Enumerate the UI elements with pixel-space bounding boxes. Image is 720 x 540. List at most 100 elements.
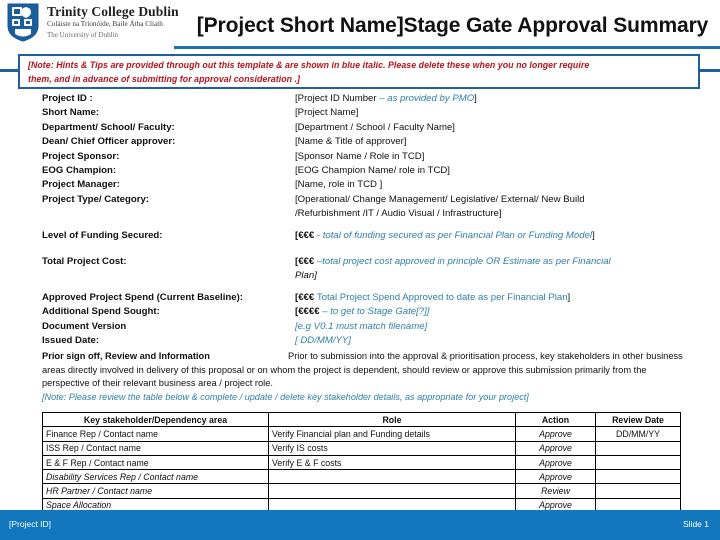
field-hint: – as provided by PMO xyxy=(379,93,475,104)
table-row[interactable]: E & F Rep / Contact name Verify E & F co… xyxy=(42,454,681,471)
field-label: Level of Funding Secured: xyxy=(42,229,163,241)
cell-stakeholder: E & F Rep / Contact name xyxy=(42,454,269,471)
cell-review-date xyxy=(595,440,681,456)
stakeholder-table: Key stakeholder/Dependency area Role Act… xyxy=(42,411,681,514)
field-label: Approved Project Spend (Current Baseline… xyxy=(42,291,243,303)
org-name: Trinity College Dublin xyxy=(47,4,179,19)
field-value: [Name & Title of approver] xyxy=(295,136,407,148)
field-value-prefix: [€€€ xyxy=(295,229,315,241)
field-project-type: Project Type/ Category: [Operational/ Ch… xyxy=(42,193,692,207)
field-value-prefix: [€€€€ xyxy=(295,306,323,318)
table-row[interactable]: Disability Services Rep / Contact name A… xyxy=(42,469,681,485)
field-project-id: Project ID : [Project ID Number – as pro… xyxy=(42,92,692,106)
column-header-review-date: Review Date xyxy=(595,411,681,428)
field-label: Short Name: xyxy=(42,107,100,119)
footer-project-id: [Project ID] xyxy=(9,519,52,529)
field-project-manager: Project Manager: [Name, role in TCD ] xyxy=(42,178,692,192)
field-label: Dean/ Chief Officer approver: xyxy=(42,136,176,148)
field-value: [Department / School / Faculty Name] xyxy=(295,121,455,133)
cell-review-date xyxy=(595,454,681,471)
field-total-project-cost: Total Project Cost: [€€€ –total project … xyxy=(42,255,692,269)
note-connector-left xyxy=(0,69,20,72)
field-hint: Total Project Spend Approved to date as … xyxy=(316,291,568,303)
field-total-cost-continuation: Plan] xyxy=(295,270,317,282)
field-value: [€€€ –total project cost approved in pri… xyxy=(295,255,692,269)
prior-signoff-note: [Note: Please review the table below & c… xyxy=(42,391,529,402)
table-header-row: Key stakeholder/Dependency area Role Act… xyxy=(42,411,681,428)
table-row[interactable]: ISS Rep / Contact name Verify IS costs A… xyxy=(42,440,681,456)
cell-action: Approve xyxy=(515,426,596,442)
field-label: Issued Date: xyxy=(42,335,100,347)
field-eog-champion: EOG Champion: [EOG Champion Name/ role i… xyxy=(42,164,692,178)
field-short-name: Short Name: [Project Name] xyxy=(42,106,692,120)
field-label: Department/ School/ Faculty: xyxy=(42,121,175,133)
field-label: Document Version xyxy=(42,320,127,332)
field-value-prefix: [€€€ xyxy=(295,291,317,303)
tcd-logo: Trinity College Dublin Coláiste na Tríon… xyxy=(6,2,179,42)
cell-stakeholder: Finance Rep / Contact name xyxy=(42,426,269,442)
title-divider xyxy=(174,46,720,49)
field-dean-approver: Dean/ Chief Officer approver: [Name & Ti… xyxy=(42,135,692,149)
note-line-1: [Note: Hints & Tips are provided through… xyxy=(28,60,590,70)
field-value: [€€€ - total of funding secured as per F… xyxy=(295,229,692,243)
field-value: [Operational/ Change Management/ Legisla… xyxy=(295,193,585,205)
field-issued-date: Issued Date: [ DD/MM/YY] xyxy=(42,334,692,348)
field-value-tail: ] xyxy=(592,229,595,241)
cell-role: Verify Financial plan and Funding detail… xyxy=(268,426,516,442)
field-value: [Project Name] xyxy=(295,107,359,119)
field-value-tail: ] xyxy=(567,291,571,303)
field-department: Department/ School/ Faculty: [Department… xyxy=(42,121,692,135)
cell-action: Review xyxy=(515,483,596,499)
hints-note-box: [Note: Hints & Tips are provided through… xyxy=(18,54,700,89)
prior-signoff-section: Prior sign off, Review and Information Pr… xyxy=(42,350,692,404)
cell-role: Verify IS costs xyxy=(268,440,516,456)
field-additional-spend: Additional Spend Sought: [€€€€ – to get … xyxy=(42,305,692,319)
field-project-sponsor: Project Sponsor: [Sponsor Name / Role in… xyxy=(42,150,692,164)
field-label: Project Sponsor: xyxy=(42,150,120,162)
field-hint: [e.g V0.1 must match filename] xyxy=(295,320,428,332)
cell-stakeholder: HR Partner / Contact name xyxy=(42,483,269,499)
org-name-irish: Coláiste na Tríonóide, Baile Átha Cliath xyxy=(47,20,163,28)
field-value: [€€€ Total Project Spend Approved to dat… xyxy=(295,291,692,305)
column-header-action: Action xyxy=(515,411,596,428)
field-label: Project Manager: xyxy=(42,179,120,191)
field-value-text: [Project ID Number xyxy=(295,93,380,104)
cell-review-date: DD/MM/YY xyxy=(595,426,681,442)
field-hint: [ DD/MM/YY] xyxy=(295,335,351,347)
field-label: Total Project Cost: xyxy=(42,256,127,268)
field-approved-spend: Approved Project Spend (Current Baseline… xyxy=(42,291,692,305)
column-header-role: Role xyxy=(268,411,516,428)
field-value: [Project ID Number – as provided by PMO] xyxy=(295,92,692,106)
slide-header: Trinity College Dublin Coláiste na Tríon… xyxy=(0,0,720,52)
field-value: [€€€€ – to get to Stage Gate[?]] xyxy=(295,305,692,319)
table-row[interactable]: HR Partner / Contact name Review xyxy=(42,483,681,499)
field-funding-secured: Level of Funding Secured: [€€€ - total o… xyxy=(42,229,692,243)
project-details-block: Project ID : [Project ID Number – as pro… xyxy=(42,92,692,349)
cell-action: Approve xyxy=(515,454,596,471)
field-value: [Sponsor Name / Role in TCD] xyxy=(295,150,425,162)
field-value-tail: ] xyxy=(474,93,477,104)
cell-role: Verify E & F costs xyxy=(268,454,516,471)
note-line-2: them, and in advance of submitting for a… xyxy=(28,73,301,84)
page-title: [Project Short Name]Stage Gate Approval … xyxy=(196,14,709,37)
org-name-english: The University of Dublin xyxy=(47,31,118,39)
field-hint: –total project cost approved in principl… xyxy=(316,256,611,268)
cell-review-date xyxy=(595,469,681,485)
footer-slide-number: Slide 1 xyxy=(683,519,709,529)
field-value: [EOG Champion Name/ role in TCD] xyxy=(295,165,450,177)
tcd-shield-icon xyxy=(6,2,40,42)
cell-stakeholder: ISS Rep / Contact name xyxy=(42,440,269,456)
field-label: Additional Spend Sought: xyxy=(42,306,160,318)
cell-action: Approve xyxy=(515,469,596,485)
table-row[interactable]: Finance Rep / Contact name Verify Financ… xyxy=(42,426,681,442)
column-header-stakeholder: Key stakeholder/Dependency area xyxy=(42,411,269,428)
field-label: Project ID : xyxy=(42,93,93,104)
field-label: Project Type/ Category: xyxy=(42,193,149,205)
field-project-type-continuation: /Refurbishment /IT / Audio Visual / Infr… xyxy=(295,208,502,220)
cell-role xyxy=(268,469,516,485)
field-value: [Name, role in TCD ] xyxy=(295,179,383,191)
field-document-version: Document Version [e.g V0.1 must match fi… xyxy=(42,320,692,334)
